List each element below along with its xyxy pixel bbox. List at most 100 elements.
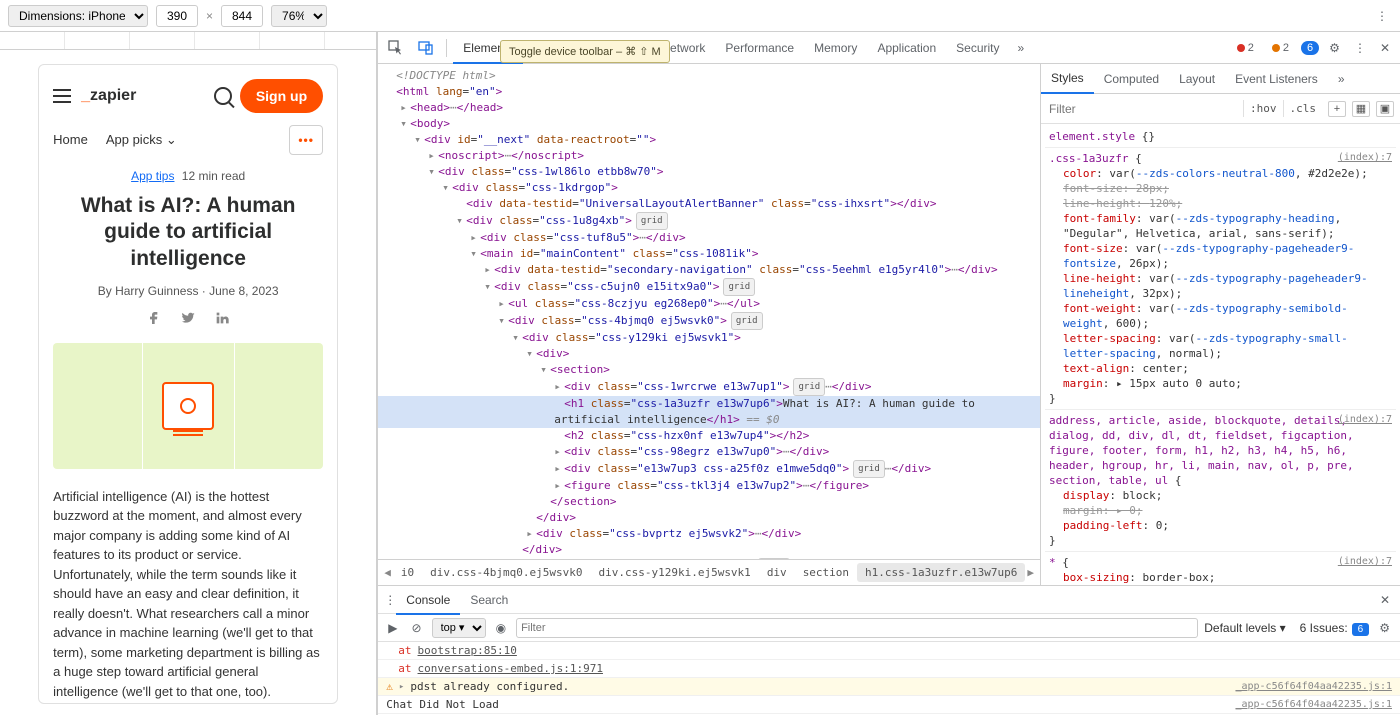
settings-icon[interactable]: ⚙	[1323, 41, 1346, 55]
devtools-more-tabs-icon[interactable]: »	[1012, 41, 1031, 55]
site-logo[interactable]: _zapier	[81, 87, 136, 105]
tree-node[interactable]: ▸<head>⋯</head>	[378, 100, 1040, 116]
devtools-tab-performance[interactable]: Performance	[715, 33, 804, 63]
zoom-select[interactable]: 76%	[271, 5, 327, 27]
css-rule[interactable]: * {(index):7box-sizing: border-box;}	[1045, 552, 1396, 585]
tree-node[interactable]: </div>	[378, 510, 1040, 526]
styles-rules[interactable]: element.style {}.css-1a3uzfr {(index):7c…	[1041, 124, 1400, 585]
dimensions-select[interactable]: Dimensions: iPhone 12…	[8, 5, 148, 27]
tree-node[interactable]: ▸<div data-testid="secondary-navigation"…	[378, 262, 1040, 278]
console-log[interactable]: at bootstrap:85:10at conversations-embed…	[378, 642, 1400, 715]
nav-home[interactable]: Home	[53, 132, 88, 148]
styles-tab-event-listeners[interactable]: Event Listeners	[1225, 65, 1328, 93]
css-rule[interactable]: address, article, aside, blockquote, det…	[1045, 410, 1396, 552]
tree-node[interactable]: </div>	[378, 542, 1040, 558]
tree-node[interactable]: <html lang="en">	[378, 84, 1040, 100]
console-filter-input[interactable]	[516, 618, 1198, 638]
tree-node[interactable]: ▾<div class="css-1wl86lo etbb8w70">	[378, 164, 1040, 180]
tree-node[interactable]: ▸<div class="css-tuf8u5">⋯</div>	[378, 230, 1040, 246]
computed-icon[interactable]: ▦	[1352, 101, 1370, 117]
tree-node[interactable]: ▸<div class="css-1wrcrwe e13w7up1">grid⋯…	[378, 378, 1040, 396]
breadcrumb-segment[interactable]: h1.css-1a3uzfr.e13w7up6	[857, 563, 1025, 582]
styles-tab-styles[interactable]: Styles	[1041, 64, 1094, 94]
signup-button[interactable]: Sign up	[240, 79, 323, 113]
console-context-select[interactable]: top ▾	[432, 618, 486, 638]
tree-node[interactable]: <h2 class="css-hzx0nf e13w7up4"></h2>	[378, 428, 1040, 444]
breadcrumb-segment[interactable]: div.css-4bjmq0.ej5wsvk0	[422, 563, 590, 582]
devtools-tab-memory[interactable]: Memory	[804, 33, 867, 63]
tree-node[interactable]: ▾<section>	[378, 362, 1040, 378]
styles-tab-layout[interactable]: Layout	[1169, 65, 1225, 93]
console-tab-search[interactable]: Search	[460, 587, 518, 613]
linkedin-icon[interactable]	[214, 310, 230, 329]
tree-node[interactable]: ▾<div>	[378, 346, 1040, 362]
elements-breadcrumb[interactable]: ◀ i0div.css-4bjmq0.ej5wsvk0div.css-y129k…	[378, 559, 1040, 585]
tree-node[interactable]: ▸<div class="css-98egrz e13w7up0">⋯</div…	[378, 444, 1040, 460]
tree-node[interactable]: ▾<body>	[378, 116, 1040, 132]
console-line[interactable]: at bootstrap:85:10	[378, 642, 1400, 660]
console-line[interactable]: ⚠▸ pdst already configured._app-c56f64f0…	[378, 678, 1400, 696]
breadcrumb-segment[interactable]: div.css-y129ki.ej5wsvk1	[590, 563, 758, 582]
tree-node[interactable]: ▸<noscript>⋯</noscript>	[378, 148, 1040, 164]
tree-node[interactable]: ▸<div class="css-bvprtz ej5wsvk2">⋯</div…	[378, 526, 1040, 542]
tree-node[interactable]: ▾<main id="mainContent" class="css-1081i…	[378, 246, 1040, 262]
styles-filter-input[interactable]	[1041, 98, 1243, 120]
tree-node[interactable]: ▾<div class="css-1u8g4xb">grid	[378, 212, 1040, 230]
devtools-tab-application[interactable]: Application	[867, 33, 946, 63]
search-icon[interactable]	[214, 87, 232, 105]
tree-node[interactable]: ▸<div class="e13w7up3 css-a25f0z e1mwe5d…	[378, 460, 1040, 478]
nav-app-picks[interactable]: App picks ⌄	[106, 132, 177, 148]
device-more-icon[interactable]: ⋮	[1372, 5, 1392, 27]
twitter-icon[interactable]	[180, 310, 196, 329]
new-style-rule-icon[interactable]: +	[1328, 101, 1346, 117]
breadcrumb-segment[interactable]: section	[795, 563, 857, 582]
tree-node[interactable]: ▾<div class="css-c5ujn0 e15itx9a0">grid	[378, 278, 1040, 296]
console-eye-icon[interactable]: ◉	[492, 619, 510, 637]
breadcrumb-segment[interactable]: i0	[393, 563, 422, 582]
tree-node[interactable]: ▾<div id="__next" data-reactroot="">	[378, 132, 1040, 148]
console-kebab-icon[interactable]: ⋮	[384, 593, 396, 607]
css-rule[interactable]: .css-1a3uzfr {(index):7color: var(--zds-…	[1045, 148, 1396, 410]
tree-node[interactable]: </section>	[378, 494, 1040, 510]
tree-node[interactable]: <h1 class="css-1a3uzfr e13w7up6">What is…	[378, 396, 1040, 428]
tree-node[interactable]: ▾<div class="css-1kdrgop">	[378, 180, 1040, 196]
console-line[interactable]: at conversations-embed.js:1:971	[378, 660, 1400, 678]
hov-toggle[interactable]: :hov	[1243, 100, 1283, 117]
warning-count-badge[interactable]: 2	[1266, 41, 1295, 55]
app-tips-link[interactable]: App tips	[131, 169, 174, 183]
crumb-scroll-left-icon[interactable]: ◀	[382, 566, 393, 579]
devtools-tab-security[interactable]: Security	[946, 33, 1009, 63]
device-height-input[interactable]	[221, 5, 263, 27]
console-play-icon[interactable]: ▶	[384, 619, 401, 637]
tree-node[interactable]: <!DOCTYPE html>	[378, 68, 1040, 84]
tree-node[interactable]: <div data-testid="UniversalLayoutAlertBa…	[378, 196, 1040, 212]
styles-tab-computed[interactable]: Computed	[1094, 65, 1169, 93]
crumb-scroll-right-icon[interactable]: ▶	[1025, 566, 1036, 579]
menu-icon[interactable]	[53, 89, 71, 103]
elements-tree[interactable]: <!DOCTYPE html><html lang="en">▸<head>⋯<…	[378, 64, 1040, 559]
styles-more-tabs-icon[interactable]: »	[1328, 65, 1355, 93]
devtools-close-icon[interactable]: ✕	[1374, 41, 1396, 55]
device-toggle-icon[interactable]	[412, 40, 440, 56]
css-rule[interactable]: element.style {}	[1045, 126, 1396, 148]
console-tab-console[interactable]: Console	[396, 587, 460, 615]
tree-node[interactable]: ▸<ul class="css-8czjyu eg268ep0">⋯</ul>	[378, 296, 1040, 312]
console-issues-label[interactable]: 6 Issues:6	[1300, 621, 1370, 635]
breadcrumb-segment[interactable]: div	[759, 563, 795, 582]
device-width-input[interactable]	[156, 5, 198, 27]
facebook-icon[interactable]	[146, 310, 162, 329]
tree-node[interactable]: ▾<div class="css-4bjmq0 ej5wsvk0">grid	[378, 312, 1040, 330]
console-levels-select[interactable]: Default levels ▾	[1204, 621, 1285, 635]
devtools-kebab-icon[interactable]: ⋮	[1348, 41, 1372, 55]
cls-toggle[interactable]: .cls	[1283, 100, 1323, 117]
console-settings-icon[interactable]: ⚙	[1375, 619, 1394, 637]
console-line[interactable]: Chat Did Not Load_app-c56f64f04aa42235.j…	[378, 696, 1400, 714]
info-count-badge[interactable]: 6	[1301, 41, 1319, 55]
more-options-button[interactable]: •••	[289, 125, 323, 155]
inspect-element-icon[interactable]	[382, 40, 410, 56]
tree-node[interactable]: ▸<figure class="css-tkl3j4 e13w7up2">⋯</…	[378, 478, 1040, 494]
tree-node[interactable]: ▾<div class="css-y129ki ej5wsvk1">	[378, 330, 1040, 346]
console-close-icon[interactable]: ✕	[1376, 593, 1394, 607]
rendering-icon[interactable]: ▣	[1376, 101, 1394, 117]
error-count-badge[interactable]: 2	[1231, 41, 1260, 55]
